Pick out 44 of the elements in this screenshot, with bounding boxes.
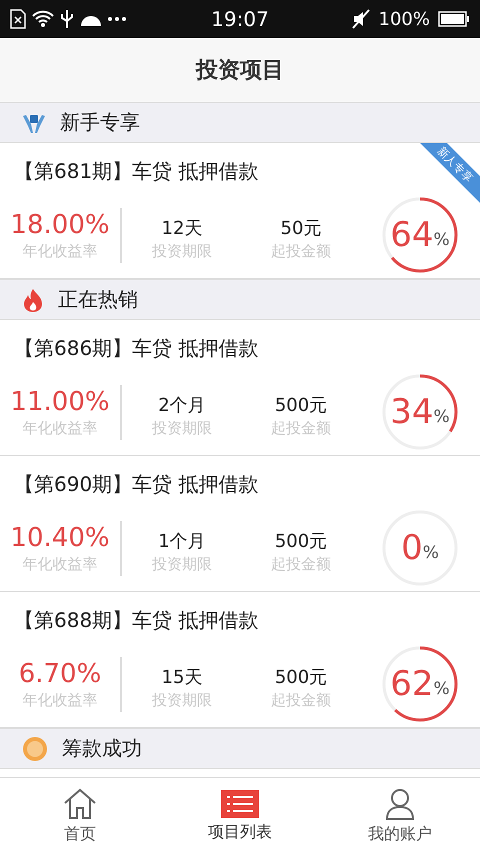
- clock-time: 19:07: [210, 7, 270, 31]
- user-icon: [385, 788, 415, 820]
- section-title: 正在热销: [58, 286, 138, 313]
- sim-icon: [10, 9, 26, 29]
- tab-button[interactable]: 我的账户: [320, 778, 480, 854]
- annual-rate: 18.00%: [10, 210, 110, 240]
- minimum-amount: 500元: [274, 394, 328, 416]
- progress-value: 34: [390, 392, 434, 432]
- loan-title: 【第686期】车贷 抵押借款: [14, 335, 259, 362]
- minimum-amount: 500元: [274, 666, 328, 688]
- more-icon: [108, 17, 126, 21]
- percent-sign: %: [434, 230, 450, 250]
- usb-icon: [60, 9, 74, 29]
- tab-button[interactable]: 首页: [0, 778, 160, 854]
- percent-sign: %: [422, 543, 439, 563]
- loan-title: 【第688期】车贷 抵押借款: [14, 607, 259, 634]
- page-title: 投资项目: [196, 57, 284, 85]
- loan-title: 【第681期】车贷 抵押借款: [14, 158, 259, 185]
- term-value: 15天: [162, 666, 202, 688]
- percent-sign: %: [434, 407, 450, 427]
- annual-rate: 11.00%: [10, 386, 110, 416]
- coin-icon: [22, 736, 48, 762]
- flame-icon: [22, 288, 44, 312]
- wifi-icon: [32, 10, 54, 28]
- progress-value: 62: [390, 664, 434, 704]
- home-icon: [63, 788, 97, 820]
- progress-value: 64: [390, 215, 434, 255]
- battery-percent: 100%: [378, 8, 430, 30]
- loan-title: 【第690期】车贷 抵押借款: [14, 471, 259, 498]
- term-value: 1个月: [158, 530, 206, 552]
- percent-sign: %: [434, 679, 450, 699]
- term-value: 12天: [162, 216, 202, 240]
- list-icon: [221, 790, 259, 818]
- battery-icon: [438, 11, 470, 27]
- term-value: 2个月: [158, 394, 206, 416]
- minimum-amount: 50元: [280, 216, 322, 240]
- section-title: 新手专享: [60, 109, 140, 136]
- progress-value: 0: [401, 528, 423, 568]
- annual-rate: 10.40%: [10, 522, 110, 552]
- tab-button[interactable]: 项目列表: [160, 778, 320, 854]
- mute-icon: [350, 9, 371, 29]
- annual-rate: 6.70%: [18, 658, 102, 688]
- minimum-amount: 500元: [274, 530, 328, 552]
- section-title: 筹款成功: [62, 735, 142, 762]
